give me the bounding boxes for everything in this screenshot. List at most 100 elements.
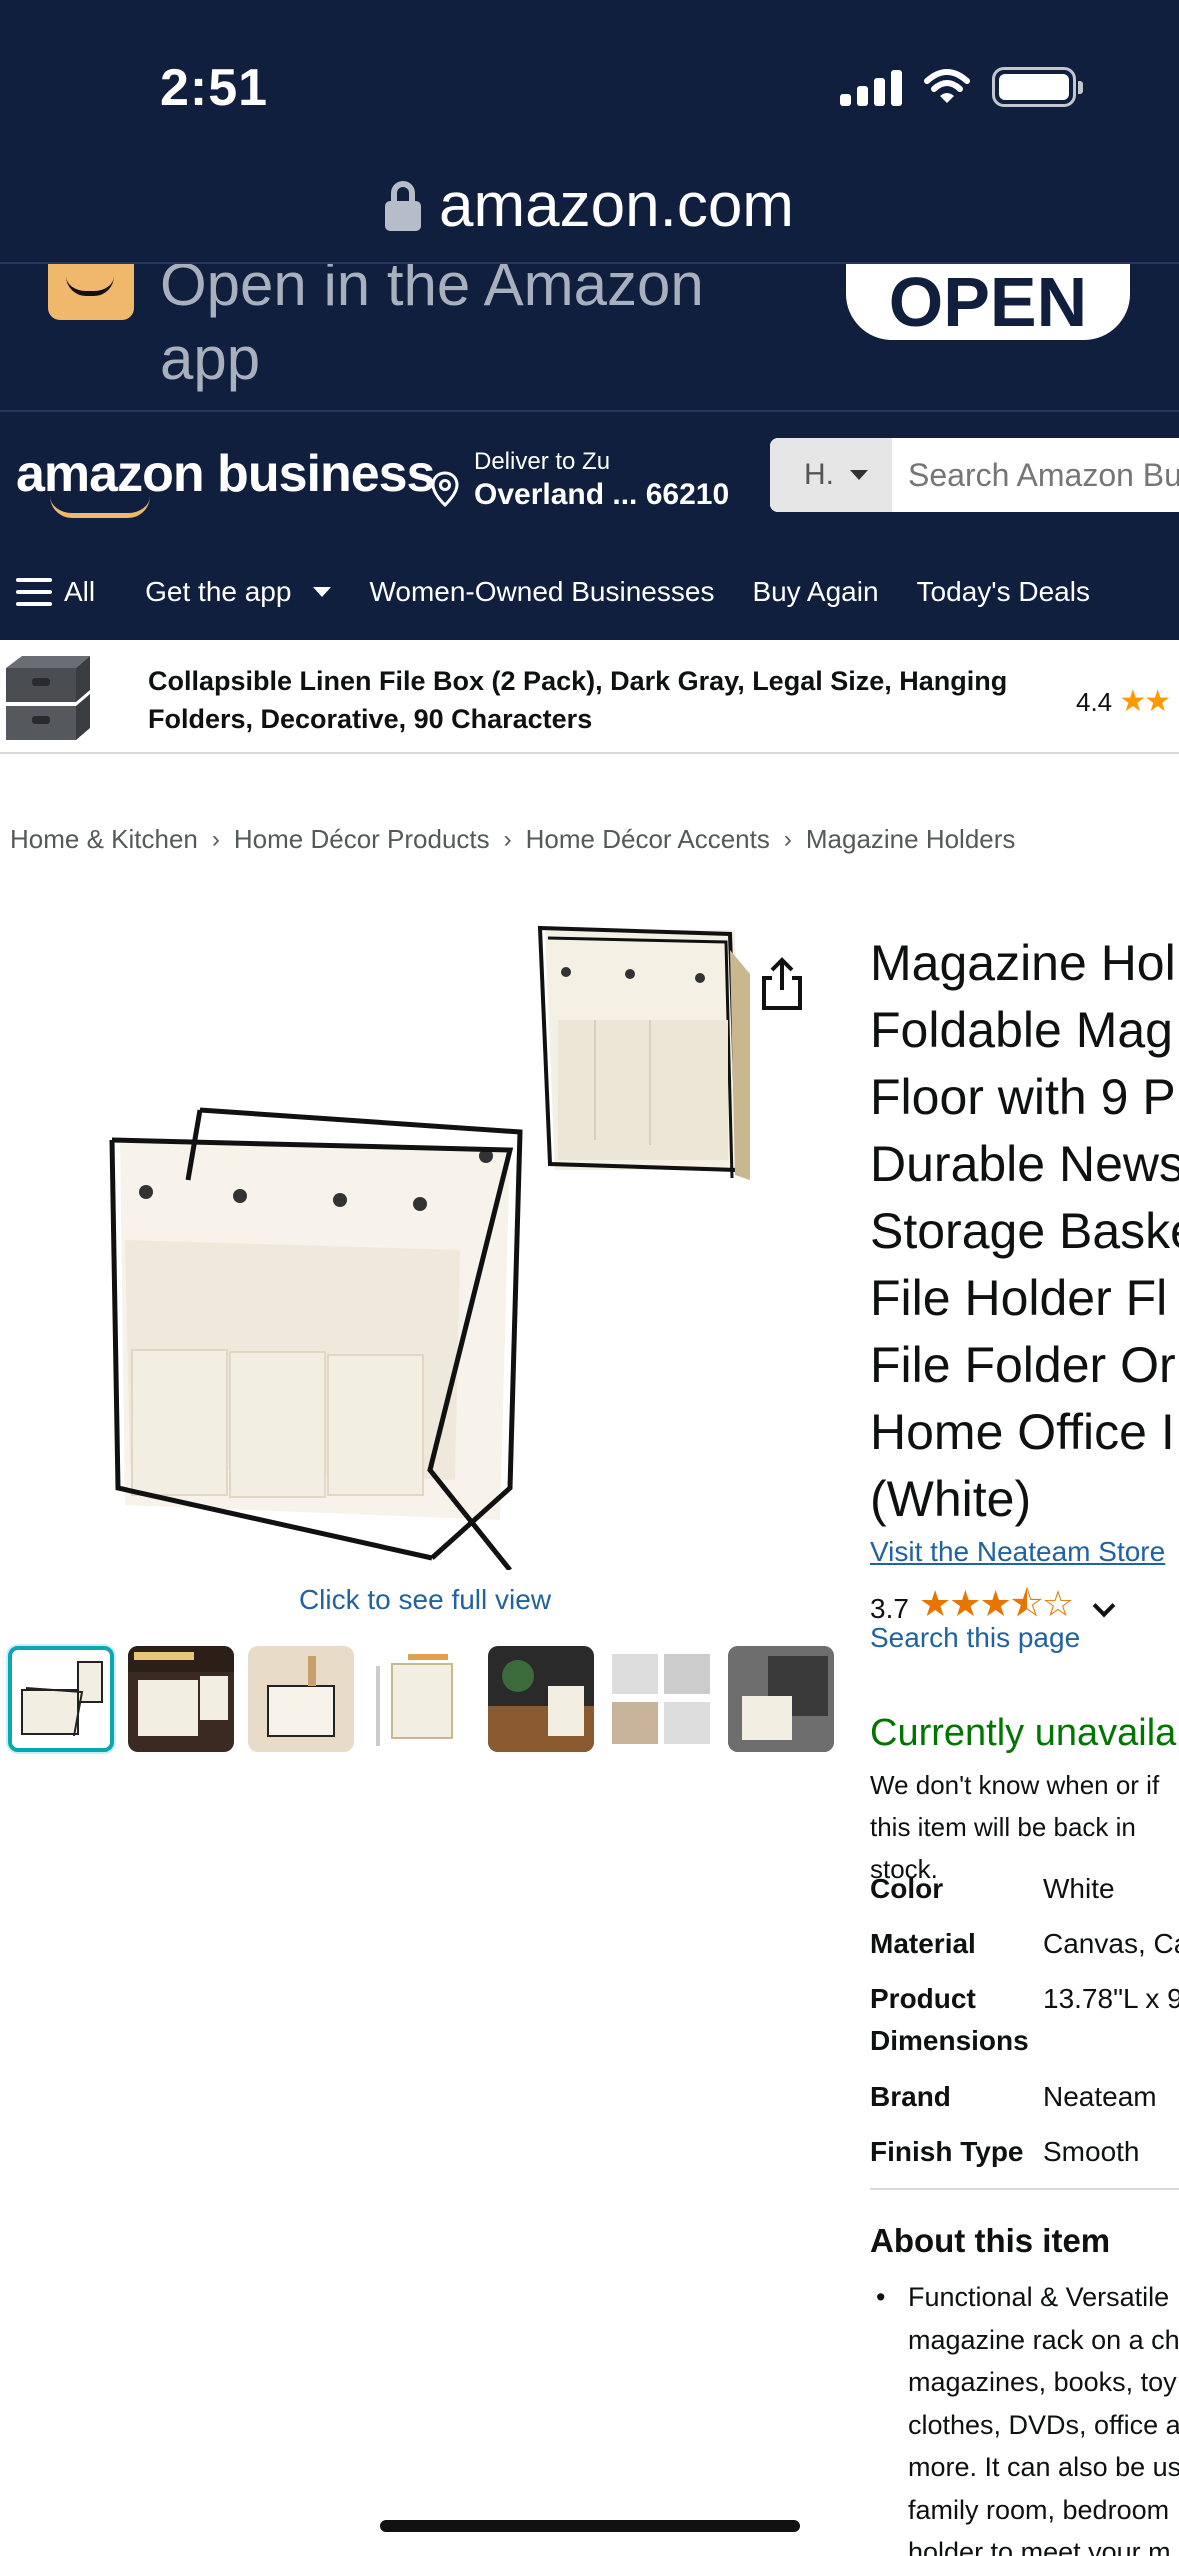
sticky-product-bar[interactable]: Collapsible Linen File Box (2 Pack), Dar…: [0, 640, 1179, 754]
click-full-view-link[interactable]: Click to see full view: [0, 1584, 850, 1616]
sticky-product-title: Collapsible Linen File Box (2 Pack), Dar…: [148, 666, 1008, 734]
spec-key: Color: [870, 1873, 944, 1904]
battery-icon: [992, 67, 1083, 107]
status-time: 2:51: [160, 59, 269, 117]
thumbnail-2[interactable]: [128, 1646, 234, 1752]
breadcrumb-magazine-holders[interactable]: Magazine Holders: [806, 824, 1016, 855]
bullet-dot-icon: •: [876, 2282, 886, 2312]
spec-key: Product Dimensions: [870, 1983, 1029, 2056]
chevron-right-icon: ›: [783, 825, 792, 853]
availability-status: Currently unavaila: [870, 1712, 1177, 1754]
spec-key: Material: [870, 1928, 976, 1959]
product-title-line: Floor with 9 P: [870, 1069, 1176, 1125]
store-link[interactable]: Visit the Neateam Store: [870, 1536, 1165, 1568]
product-title: Magazine Hol Foldable Mag Floor with 9 P…: [870, 930, 1179, 1533]
thumbnail-image: [612, 1654, 710, 1744]
about-line: clothes, DVDs, office a: [908, 2409, 1179, 2440]
search-input[interactable]: Search Amazon Bu: [908, 438, 1179, 512]
search-bar[interactable]: H. Search Amazon Bu: [770, 438, 1179, 512]
thumbnail-image: [488, 1660, 594, 1752]
sticky-rating: 4.4 ★★: [1076, 684, 1171, 719]
thumbnail-5[interactable]: [488, 1646, 594, 1752]
product-title-line: Magazine Hol: [870, 935, 1176, 991]
spec-value: Smooth: [1043, 2136, 1140, 2167]
home-indicator[interactable]: [380, 2520, 800, 2532]
chevron-right-icon: ›: [211, 825, 220, 853]
divider: [870, 2188, 1179, 2190]
caret-down-icon: [850, 470, 868, 480]
open-app-button[interactable]: OPEN: [846, 264, 1130, 340]
product-title-line: Durable News: [870, 1136, 1179, 1192]
spec-value: Neateam: [1043, 2081, 1157, 2112]
about-line: family room, bedroom: [908, 2494, 1170, 2525]
product-title-line: Storage Baske: [870, 1203, 1179, 1259]
wifi-icon: [924, 69, 970, 103]
amazon-business-logo[interactable]: amazon business: [16, 444, 435, 518]
cellular-signal-icon: [840, 68, 902, 106]
search-this-page-link[interactable]: Search this page: [870, 1622, 1080, 1654]
about-line: more. It can also be us: [908, 2452, 1179, 2482]
product-title-line: File Folder Or: [870, 1337, 1176, 1393]
nav-women-owned-businesses[interactable]: Women-Owned Businesses: [369, 576, 714, 608]
nav-todays-deals[interactable]: Today's Deals: [917, 576, 1090, 608]
hamburger-menu-icon[interactable]: [16, 578, 52, 606]
open-in-app-text: Open in the Amazon app: [160, 264, 704, 392]
product-title-line: Home Office I: [870, 1404, 1175, 1460]
about-text: Functional & Versatile magazine rack on …: [908, 2276, 1179, 2556]
url-text: amazon.com: [439, 170, 794, 240]
deliver-label: Deliver to Zu: [474, 448, 611, 475]
thumbnail-image: [128, 1646, 234, 1736]
thumbnail-strip: [8, 1646, 834, 1752]
product-main-image[interactable]: [90, 920, 750, 1570]
share-icon[interactable]: [758, 956, 806, 1012]
nav-get-the-app[interactable]: Get the app: [145, 576, 332, 608]
location-pin-icon: [431, 471, 459, 508]
chevron-down-icon[interactable]: [1092, 1594, 1116, 1617]
lock-icon: [385, 177, 422, 233]
caret-down-icon: [313, 587, 332, 597]
logo-text: amazon business: [16, 445, 435, 503]
breadcrumb-home-kitchen[interactable]: Home & Kitchen: [10, 824, 198, 855]
about-this-item-heading: About this item: [870, 2222, 1111, 2259]
about-line: magazines, books, toy: [908, 2367, 1177, 2397]
thumbnail-6[interactable]: [608, 1646, 714, 1752]
spec-value: Canvas, Ca: [1043, 1928, 1179, 1959]
breadcrumb-home-decor-accents[interactable]: Home Décor Accents: [526, 824, 770, 855]
deliver-address: Overland ... 66210: [474, 478, 730, 511]
search-department-select[interactable]: H.: [770, 438, 892, 512]
thumbnail-7[interactable]: [728, 1646, 834, 1752]
status-icons: [840, 62, 1083, 112]
spec-value: White: [1043, 1873, 1115, 1904]
divider: [0, 410, 1179, 412]
star-rating-icon: ★★: [1119, 685, 1171, 718]
thumbnail-image: [267, 1656, 335, 1737]
product-title-line: (White): [870, 1471, 1032, 1527]
thumbnail-1[interactable]: [8, 1646, 114, 1752]
thumbnail-4[interactable]: [368, 1646, 474, 1752]
file-box-thumbnail: [6, 656, 90, 740]
rating-value: 3.7: [870, 1592, 909, 1624]
about-line: Functional & Versatile: [908, 2282, 1170, 2312]
about-line: magazine rack on a ch: [908, 2324, 1179, 2355]
thumbnail-image: [21, 1661, 103, 1737]
about-line: holder to meet your m: [908, 2537, 1171, 2556]
thumbnail-image: [376, 1654, 453, 1746]
nav-bar: All Get the app Women-Owned Businesses B…: [0, 560, 1179, 624]
amazon-app-icon: [48, 264, 134, 320]
sticky-rating-value: 4.4: [1076, 687, 1113, 717]
product-title-line: File Holder Fl: [870, 1270, 1168, 1326]
logo-smile-icon: [50, 496, 150, 518]
spec-key: Brand: [870, 2081, 951, 2112]
spec-value: 13.78"L x 9: [1043, 1983, 1179, 2014]
spec-key: Finish Type: [870, 2136, 1024, 2167]
breadcrumb-home-decor-products[interactable]: Home Décor Products: [234, 824, 490, 855]
open-in-app-banner: Open in the Amazon app OPEN: [0, 264, 1179, 412]
thumbnail-3[interactable]: [248, 1646, 354, 1752]
nav-get-the-app-label: Get the app: [145, 576, 292, 607]
url-bar[interactable]: amazon.com: [0, 150, 1179, 260]
search-department-label: H.: [804, 458, 834, 491]
nav-all[interactable]: All: [64, 576, 95, 608]
product-title-line: Foldable Mag: [870, 1002, 1173, 1058]
thumbnail-image: [728, 1646, 834, 1752]
nav-buy-again[interactable]: Buy Again: [752, 576, 878, 608]
